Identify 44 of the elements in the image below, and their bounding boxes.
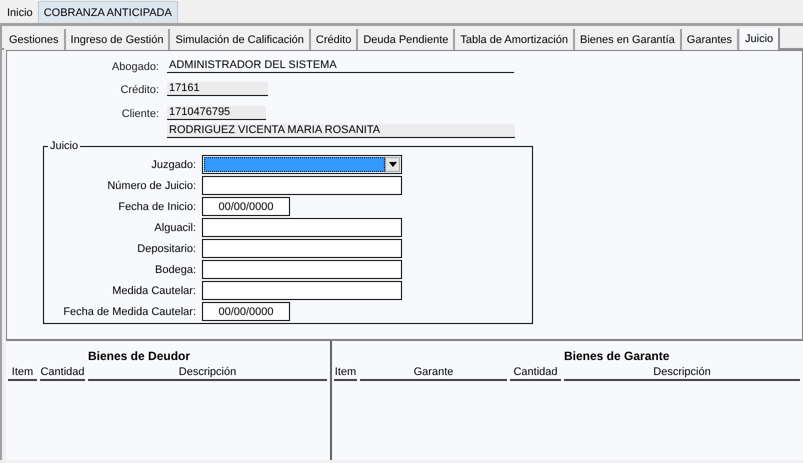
input-field[interactable]: [202, 176, 402, 195]
lawyer-field: ADMINISTRADOR DEL SISTEMA: [167, 59, 514, 73]
column-header[interactable]: Garante: [360, 366, 507, 381]
tab[interactable]: Bienes en Garantía: [575, 29, 682, 50]
field-label: Medida Cautelar:: [111, 284, 197, 296]
column-header[interactable]: Descripción: [88, 366, 327, 381]
column-header[interactable]: Item: [8, 366, 37, 381]
credit-field: 17161: [167, 82, 268, 96]
field-label: Fecha de Inicio:: [117, 200, 197, 212]
field-label: Abogado:: [110, 61, 160, 73]
column-header[interactable]: Item: [334, 366, 357, 381]
tab[interactable]: Deuda Pendiente: [358, 29, 456, 50]
tab[interactable]: Garantes: [682, 29, 740, 50]
tab[interactable]: Inicio: [2, 4, 38, 23]
field-label: Alguacil:: [153, 222, 197, 234]
field-label: Depositario:: [136, 242, 197, 254]
date-field[interactable]: 00/00/0000: [202, 197, 290, 216]
tab[interactable]: Juicio: [739, 28, 780, 50]
field-label: Cliente:: [120, 108, 160, 120]
tab[interactable]: Crédito: [310, 29, 358, 50]
input-field[interactable]: [202, 260, 402, 279]
field-label: Número de Juicio:: [106, 180, 197, 192]
tab[interactable]: Gestiones: [4, 29, 66, 50]
tab[interactable]: Tabla de Amortización: [455, 29, 575, 50]
column-header[interactable]: Cantidad: [40, 366, 85, 381]
dropdown-field[interactable]: [202, 155, 402, 174]
table-title: Bienes de Deudor: [88, 349, 192, 363]
table-title: Bienes de Garante: [564, 349, 670, 363]
tab[interactable]: Simulación de Calificación: [170, 29, 311, 50]
field-label: Bodega:: [154, 264, 197, 276]
client-id-field: 1710476795: [167, 106, 266, 120]
field-label: Juzgado:: [150, 158, 197, 170]
input-field[interactable]: [202, 218, 402, 237]
group-title: Juicio: [49, 140, 80, 152]
column-header[interactable]: Cantidad: [510, 366, 561, 381]
column-header[interactable]: Descripción: [564, 366, 800, 381]
input-field[interactable]: [202, 239, 402, 258]
tab[interactable]: Ingreso de Gestión: [66, 29, 170, 50]
tab[interactable]: COBRANZA ANTICIPADA: [38, 1, 178, 23]
field-label: Crédito:: [119, 84, 160, 96]
date-field[interactable]: 00/00/0000: [202, 302, 290, 321]
client-name-field: RODRIGUEZ VICENTA MARIA ROSANITA: [167, 124, 515, 138]
input-field[interactable]: [202, 281, 402, 300]
field-label: Fecha de Medida Cautelar:: [62, 306, 197, 318]
